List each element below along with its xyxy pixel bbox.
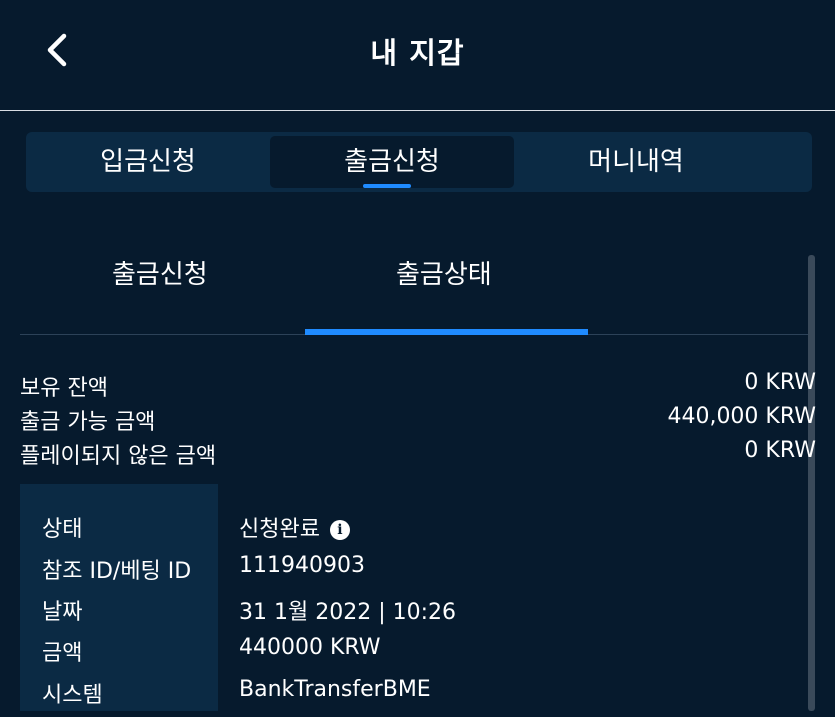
subtab-withdraw-request[interactable]: 출금신청 bbox=[112, 254, 208, 291]
info-icon[interactable]: i bbox=[329, 520, 350, 540]
detail-value: BankTransferBME bbox=[239, 677, 431, 702]
balance-row-withdrawable: 출금 가능 금액 440,000 KRW bbox=[20, 404, 816, 436]
detail-key: 날짜 bbox=[42, 600, 83, 625]
detail-key: 참조 ID/베팅 ID bbox=[42, 559, 192, 584]
page-title: 내 지갑 bbox=[370, 36, 465, 70]
balance-label: 플레이되지 않은 금액 bbox=[20, 444, 217, 469]
balance-row-unplayed: 플레이되지 않은 금액 0 KRW bbox=[20, 438, 816, 470]
tab-deposit-request[interactable]: 입금신청 bbox=[26, 136, 270, 188]
balance-value: 0 KRW bbox=[744, 370, 816, 395]
balance-label: 출금 가능 금액 bbox=[20, 410, 156, 435]
scrollbar[interactable] bbox=[808, 255, 815, 711]
wallet-tabs: 입금신청 출금신청 머니내역 bbox=[26, 132, 812, 192]
balance-value: 440,000 KRW bbox=[667, 404, 816, 429]
tab-money-history[interactable]: 머니내역 bbox=[514, 136, 758, 188]
tab-withdraw-request[interactable]: 출금신청 bbox=[270, 136, 514, 188]
subtab-withdraw-status[interactable]: 출금상태 bbox=[396, 254, 492, 291]
detail-row-system: 시스템 BankTransferBME bbox=[0, 677, 800, 717]
detail-key: 상태 bbox=[42, 517, 83, 542]
detail-value: 111940903 bbox=[239, 553, 365, 578]
tab-label: 출금신청 bbox=[344, 147, 440, 177]
detail-row-reference-id: 참조 ID/베팅 ID 111940903 bbox=[0, 553, 800, 593]
detail-value: 신청완료 i bbox=[239, 511, 350, 543]
detail-row-date: 날짜 31 1월 2022 | 10:26 bbox=[0, 594, 800, 634]
status-text: 신청완료 bbox=[239, 517, 320, 542]
header: 내 지갑 bbox=[0, 0, 835, 111]
detail-row-status: 상태 신청완료 i bbox=[0, 511, 800, 551]
detail-key: 시스템 bbox=[42, 683, 103, 708]
detail-value: 440000 KRW bbox=[239, 635, 381, 660]
balance-label: 보유 잔액 bbox=[20, 376, 108, 401]
detail-value: 31 1월 2022 | 10:26 bbox=[239, 600, 457, 625]
detail-row-amount: 금액 440000 KRW bbox=[0, 635, 800, 675]
balance-row-held: 보유 잔액 0 KRW bbox=[20, 370, 816, 402]
detail-key: 금액 bbox=[42, 641, 83, 666]
active-tab-indicator bbox=[363, 184, 411, 188]
balance-value: 0 KRW bbox=[744, 438, 816, 463]
withdraw-subtabs: 출금신청 출금상태 bbox=[20, 240, 815, 335]
active-subtab-indicator bbox=[305, 329, 588, 335]
